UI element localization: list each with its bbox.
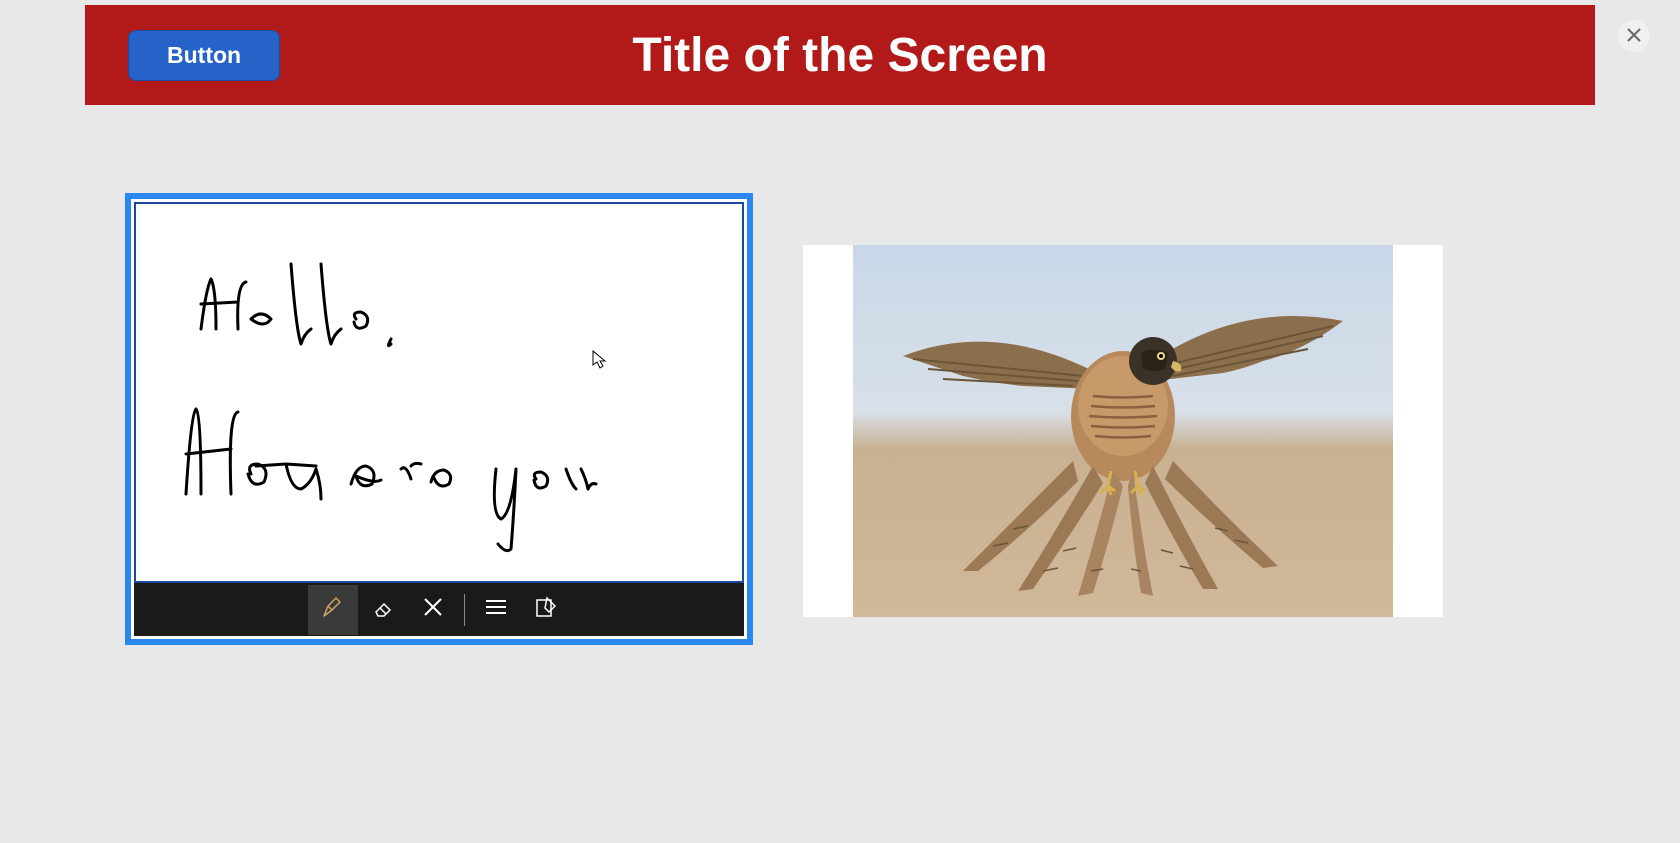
pen-icon (320, 594, 346, 625)
falcon-image (853, 245, 1393, 617)
close-icon (1627, 28, 1641, 45)
eraser-tool[interactable] (358, 585, 408, 635)
image-container (803, 245, 1443, 617)
right-panel (803, 245, 1443, 645)
signature-toolbar (134, 583, 744, 636)
pen-tool[interactable] (308, 585, 358, 635)
toolbar-divider (464, 594, 465, 626)
edit-icon (533, 594, 559, 625)
edit-tool[interactable] (521, 585, 571, 635)
header-button[interactable]: Button (128, 30, 280, 81)
lines-icon (483, 594, 509, 625)
header: Button Title of the Screen (85, 5, 1595, 105)
clear-icon (422, 596, 444, 623)
close-button[interactable] (1618, 20, 1650, 52)
falcon-svg (883, 261, 1363, 601)
clear-tool[interactable] (408, 585, 458, 635)
left-panel (125, 193, 753, 645)
handwriting-content (136, 204, 742, 609)
page-title: Title of the Screen (632, 28, 1047, 83)
handwriting-svg (156, 234, 756, 574)
signature-container (125, 193, 753, 645)
content-area (85, 105, 1595, 645)
lines-tool[interactable] (471, 585, 521, 635)
app-container: Button Title of the Screen (0, 0, 1680, 645)
eraser-icon (370, 594, 396, 625)
signature-canvas[interactable] (134, 202, 744, 583)
